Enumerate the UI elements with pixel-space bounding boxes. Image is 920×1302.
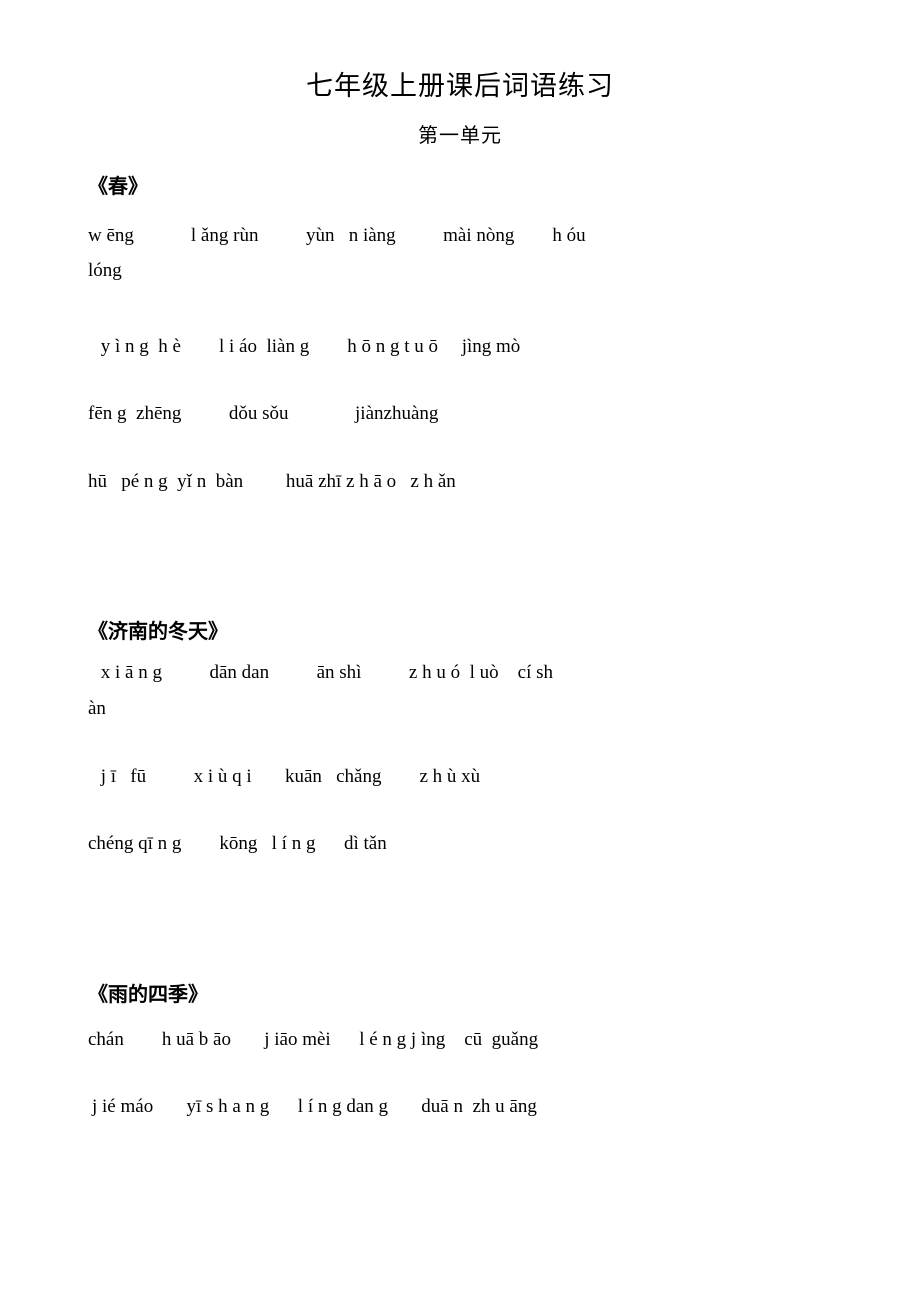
pinyin-line-wrapped: àn [88, 697, 106, 719]
pinyin-line-wrapped: lóng [88, 260, 122, 282]
pinyin-line: j ī fū x i ù q i kuān chǎng z h ù xù [96, 765, 481, 787]
section-yu-de-siji: 《雨的四季》 chán h uā b āo j iāo mèi l é n g … [0, 982, 920, 1121]
section-title-jinan-dongtian: 《济南的冬天》 [88, 619, 228, 644]
section-title-chun: 《春》 [88, 173, 148, 198]
page-subtitle: 第一单元 [418, 122, 502, 147]
pinyin-line: y ì n g h è l i áo liàn g h ō n g t u ō … [96, 335, 521, 357]
pinyin-line: fēn g zhēng dǒu sǒu jiànzhuàng [88, 403, 439, 425]
pinyin-line: hū pé n g yǐ n bàn huā zhī z h ā o z h ǎ… [88, 470, 456, 492]
page-title: 七年级上册课后词语练习 [306, 71, 614, 102]
pinyin-line: w ēng l ǎng rùn yùn n iàng mài nòng h óu [88, 224, 586, 246]
section-chun: 《春》 w ēng l ǎng rùn yùn n iàng mài nòng … [0, 174, 920, 496]
pinyin-line: chán h uā b āo j iāo mèi l é n g j ìng c… [88, 1028, 539, 1050]
pinyin-line: x i ā n g dān dan ān shì z h u ó l uò cí… [96, 662, 554, 684]
document-page: 七年级上册课后词语练习 第一单元 《春》 w ēng l ǎng rùn yùn… [0, 0, 920, 1302]
pinyin-line: j ié máo yī s h a n g l í n g dan g duā … [92, 1096, 537, 1118]
section-jinan-dongtian: 《济南的冬天》 x i ā n g dān dan ān shì z h u ó… [0, 619, 920, 857]
pinyin-line: chéng qī n g kōng l í n g dì tǎn [88, 833, 387, 855]
section-title-yu-de-siji: 《雨的四季》 [88, 981, 208, 1006]
